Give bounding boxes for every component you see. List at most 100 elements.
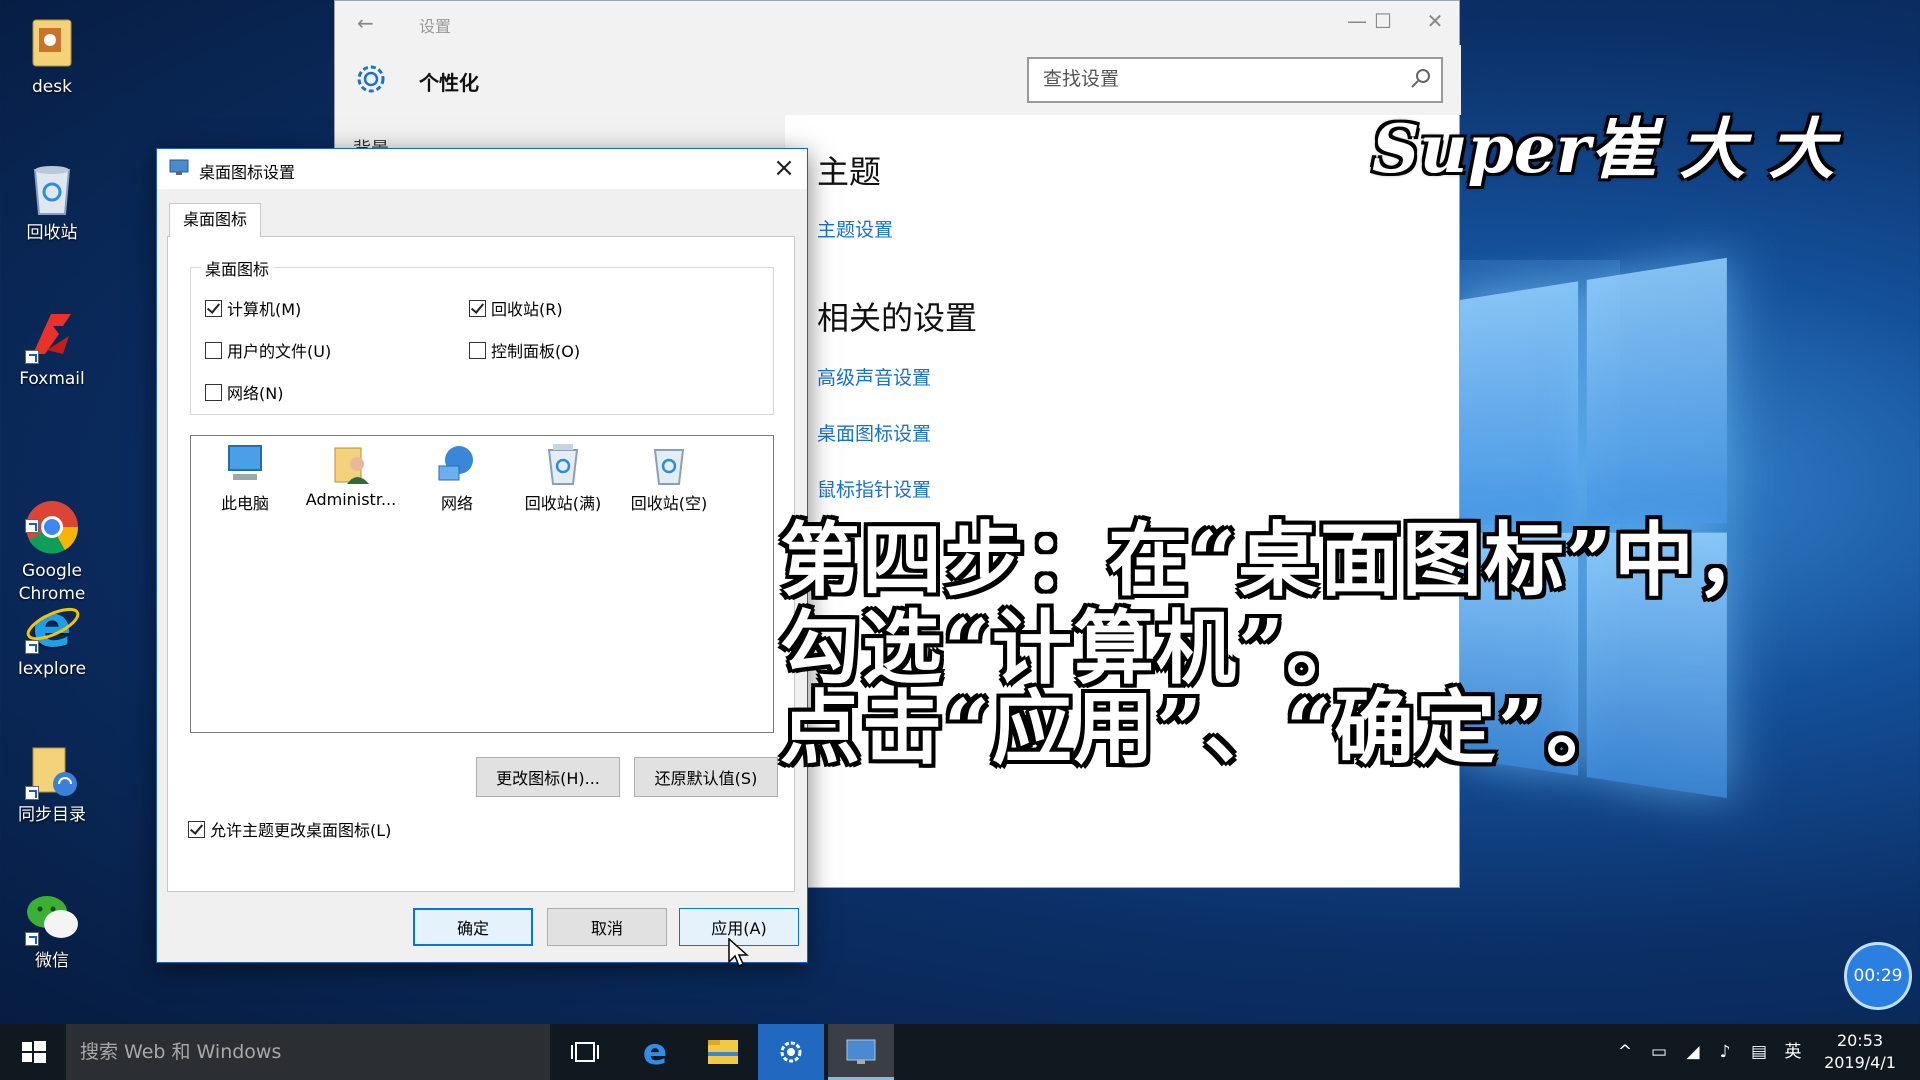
checkbox-label: 网络(N) — [227, 384, 284, 403]
taskbar-file-explorer[interactable] — [690, 1024, 756, 1080]
desktop-icon-label: 同步目录 — [18, 805, 86, 825]
user-folder-icon — [329, 442, 373, 486]
advanced-sound-link[interactable]: 高级声音设置 — [817, 363, 931, 390]
desktop-icon-label: 微信 — [35, 951, 69, 971]
checkbox-label: 用户的文件(U) — [227, 342, 332, 361]
related-settings-heading: 相关的设置 — [817, 299, 978, 337]
desktop-icon-label: Iexplore — [17, 659, 87, 679]
checkbox-unchecked[interactable] — [205, 383, 222, 401]
close-icon[interactable]: × — [769, 153, 799, 183]
checkbox-checked[interactable] — [188, 820, 205, 838]
checkbox-unchecked[interactable] — [205, 341, 222, 359]
checkbox-computer[interactable]: 计算机(M) — [205, 296, 301, 320]
icon-item-network[interactable]: 网络 — [407, 442, 507, 514]
checkbox-network[interactable]: 网络(N) — [205, 380, 283, 404]
checkbox-label: 允许主题更改桌面图标(L) — [210, 821, 392, 840]
recycle-bin-icon — [23, 160, 81, 218]
cancel-button[interactable]: 取消 — [547, 908, 667, 946]
desktop-icon-foxmail[interactable]: Foxmail — [6, 306, 98, 391]
dialog-titlebar: 桌面图标设置 × — [157, 149, 807, 189]
taskbar-settings[interactable] — [758, 1024, 824, 1080]
checkbox-allow-theme[interactable]: 允许主题更改桌面图标(L) — [188, 817, 391, 841]
settings-window-title: 设置 — [419, 17, 452, 36]
start-button[interactable] — [0, 1024, 66, 1080]
computer-icon — [223, 442, 267, 486]
search-icon[interactable] — [1409, 67, 1433, 91]
task-view-button[interactable] — [552, 1024, 618, 1080]
desktop-icon-iexplore[interactable]: e Iexplore — [6, 592, 98, 681]
foxmail-icon — [23, 306, 81, 364]
icon-item-label: 回收站(空) — [630, 494, 708, 513]
desktop-icon-wechat[interactable]: 微信 — [6, 888, 98, 973]
desktop-icon-settings-link[interactable]: 桌面图标设置 — [817, 419, 931, 446]
icon-item-label: Administr... — [305, 490, 397, 509]
windows-logo-icon — [22, 1041, 46, 1063]
monitor-icon — [169, 159, 189, 177]
gear-icon — [351, 59, 391, 99]
volume-icon[interactable]: ♪ — [1710, 1024, 1740, 1080]
close-icon[interactable]: ✕ — [1415, 9, 1455, 33]
network-tray-icon[interactable]: ◢ — [1678, 1024, 1708, 1080]
icon-item-administrator[interactable]: Administr... — [301, 442, 401, 509]
checkbox-user-files[interactable]: 用户的文件(U) — [205, 338, 331, 362]
clock-time: 20:53 — [1836, 1031, 1884, 1050]
ie-icon: e — [23, 592, 81, 660]
checkbox-label: 计算机(M) — [227, 300, 302, 319]
checkbox-recycle-bin[interactable]: 回收站(R) — [469, 296, 563, 320]
monitor-icon — [846, 1039, 876, 1064]
taskbar-desktop-icon-settings[interactable] — [828, 1024, 894, 1080]
desktop-icon-recycle-bin[interactable]: 回收站 — [6, 160, 98, 245]
recycle-bin-empty-icon — [647, 442, 691, 486]
maximize-icon[interactable]: ☐ — [1363, 9, 1403, 33]
svg-text:e: e — [643, 1032, 667, 1073]
sync-folder-icon — [23, 742, 81, 800]
back-arrow-icon[interactable]: ← — [357, 11, 374, 35]
taskbar: e ^ ▭ ◢ ♪ ▤ 英 20:53 2019/4/1 — [0, 1024, 1920, 1080]
edge-icon: e — [643, 1032, 667, 1073]
icon-item-this-pc[interactable]: 此电脑 — [195, 442, 295, 514]
restore-default-button[interactable]: 还原默认值(S) — [634, 757, 778, 797]
checkbox-label: 回收站(R) — [491, 300, 563, 319]
tray-chevron-up-icon[interactable]: ^ — [1610, 1024, 1640, 1080]
taskbar-search-input[interactable] — [80, 1036, 520, 1068]
theme-settings-link[interactable]: 主题设置 — [817, 215, 893, 242]
page-title: 个性化 — [419, 71, 479, 95]
settings-gear-icon — [780, 1041, 802, 1063]
icon-item-label: 此电脑 — [220, 494, 269, 513]
system-clock[interactable]: 20:53 2019/4/1 — [1810, 1030, 1910, 1074]
desktop-icon-label: Foxmail — [19, 369, 85, 389]
icon-item-label: 网络 — [440, 494, 473, 513]
desktop-icon-label: desk — [32, 77, 72, 97]
taskbar-search[interactable] — [66, 1024, 550, 1080]
icon-preview-list[interactable]: 此电脑 Administr... 网络 回收站(满) 回收站(空) — [190, 435, 774, 733]
change-icon-button[interactable]: 更改图标(H)... — [476, 757, 620, 797]
desktop-icon-label: 回收站 — [26, 223, 78, 243]
clock-date: 2019/4/1 — [1824, 1053, 1896, 1072]
checkbox-checked[interactable] — [469, 299, 486, 317]
checkbox-control-panel[interactable]: 控制面板(O) — [469, 338, 580, 362]
dialog-title: 桌面图标设置 — [199, 163, 296, 182]
icon-item-recycle-empty[interactable]: 回收站(空) — [619, 442, 719, 514]
icon-item-label: 回收站(满) — [524, 494, 602, 513]
task-view-icon — [571, 1042, 599, 1062]
recording-timer[interactable]: 00:29 — [1844, 942, 1912, 1010]
checkbox-checked[interactable] — [205, 299, 222, 317]
watermark-text: Super崔 大 大 — [1372, 110, 1835, 188]
search-input[interactable] — [1029, 59, 1389, 99]
ime-indicator[interactable]: 英 — [1778, 1024, 1808, 1080]
ok-button[interactable]: 确定 — [413, 908, 533, 946]
settings-header: 个性化 — [335, 45, 1461, 115]
desktop-icon-desk[interactable]: desk — [6, 14, 98, 99]
action-center-icon[interactable]: ▤ — [1744, 1024, 1774, 1080]
taskbar-edge[interactable]: e — [622, 1024, 688, 1080]
wechat-icon — [23, 888, 81, 946]
icon-item-recycle-full[interactable]: 回收站(满) — [513, 442, 613, 514]
file-explorer-icon — [708, 1040, 738, 1064]
tab-desktop-icons[interactable]: 桌面图标 — [169, 203, 261, 237]
desktop-icon-sync-folder[interactable]: 同步目录 — [6, 742, 98, 827]
group-label: 桌面图标 — [201, 256, 274, 280]
checkbox-unchecked[interactable] — [469, 341, 486, 359]
battery-icon[interactable]: ▭ — [1644, 1024, 1674, 1080]
folder-icon — [23, 14, 81, 72]
desktop-icons-group: 桌面图标 计算机(M) 回收站(R) 用户的文件(U) 控制面板(O) 网络(N… — [190, 256, 774, 415]
